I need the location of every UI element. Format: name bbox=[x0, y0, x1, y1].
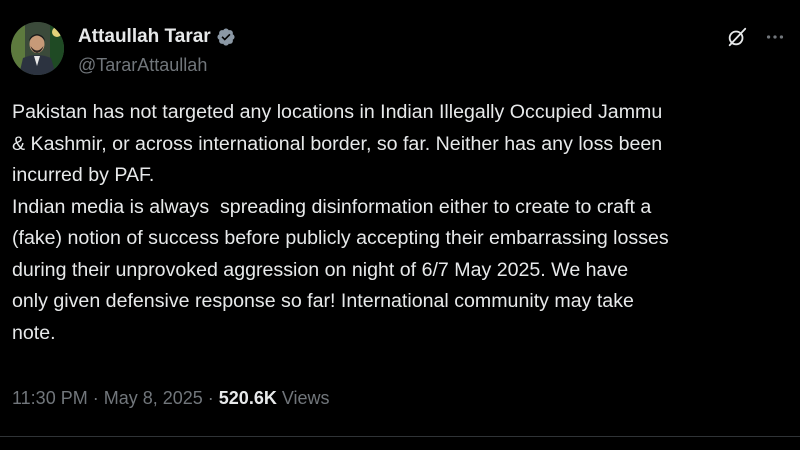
post-card: Attaullah Tarar @TararAttaullah Pakistan… bbox=[0, 0, 800, 450]
author-block: Attaullah Tarar @TararAttaullah bbox=[78, 24, 236, 78]
grok-icon[interactable] bbox=[726, 26, 748, 48]
post-top-actions bbox=[726, 26, 786, 48]
name-row: Attaullah Tarar bbox=[78, 24, 236, 50]
divider bbox=[0, 436, 800, 437]
meta-separator: · bbox=[87, 388, 104, 408]
views-label: Views bbox=[276, 388, 330, 408]
avatar-image bbox=[11, 22, 64, 75]
more-options-icon[interactable] bbox=[764, 26, 786, 48]
meta-separator: · bbox=[202, 388, 219, 408]
post-time[interactable]: 11:30 PM bbox=[12, 388, 88, 408]
views-count: 520.6K bbox=[218, 388, 277, 408]
post-meta: 11:30 PM · May 8, 2025 · 520.6K Views bbox=[12, 384, 330, 412]
post-text: Pakistan has not targeted any locations … bbox=[12, 101, 669, 344]
post-date[interactable]: May 8, 2025 bbox=[104, 388, 203, 408]
avatar[interactable] bbox=[11, 22, 64, 75]
verified-badge-icon bbox=[216, 27, 236, 47]
author-display-name[interactable]: Attaullah Tarar bbox=[78, 24, 211, 50]
author-handle[interactable]: @TararAttaullah bbox=[78, 52, 236, 78]
